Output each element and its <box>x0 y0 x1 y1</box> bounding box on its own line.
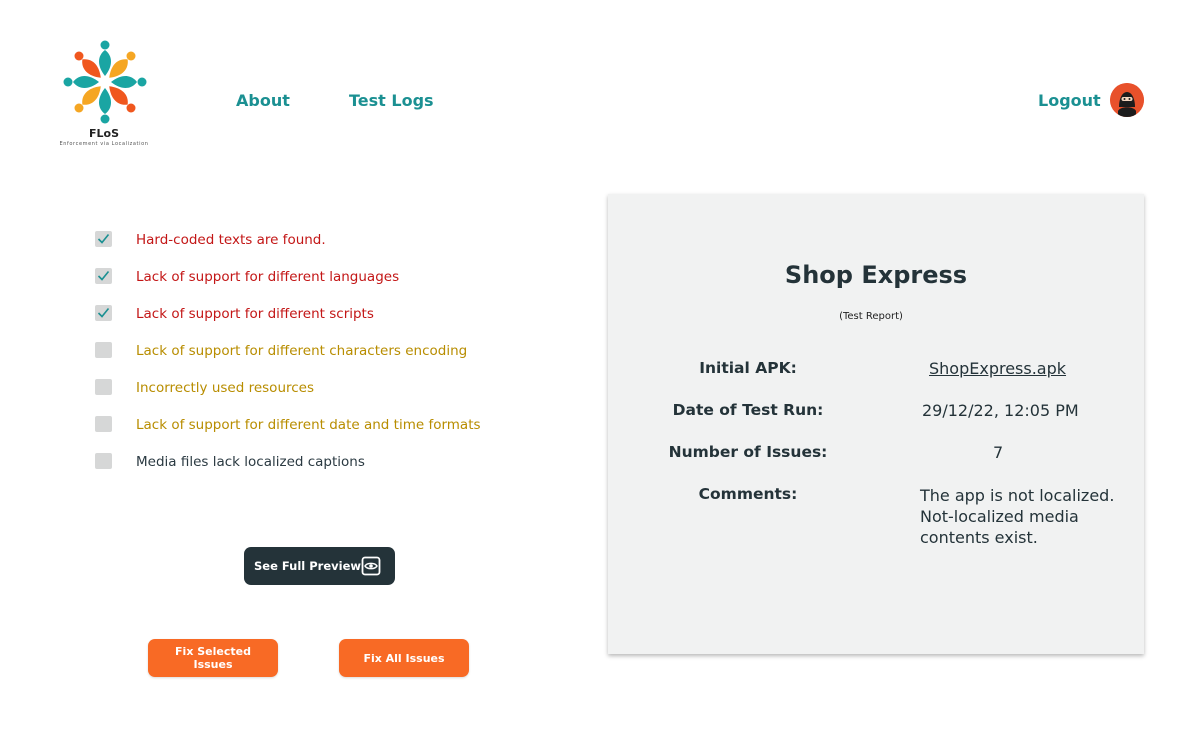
see-full-preview-label: See Full Preview <box>254 559 362 573</box>
date-label: Date of Test Run: <box>672 401 824 419</box>
user-avatar[interactable] <box>1110 83 1144 117</box>
checkmark-icon <box>97 233 110 244</box>
test-report-card: Shop Express (Test Report) Initial APK: … <box>608 194 1144 654</box>
issue-label: Lack of support for different scripts <box>136 306 374 322</box>
issue-checkbox[interactable] <box>95 342 112 358</box>
issue-label: Media files lack localized captions <box>136 454 365 470</box>
issue-checkbox[interactable] <box>95 305 112 321</box>
fix-all-issues-button[interactable]: Fix All Issues <box>339 639 469 677</box>
logo-tagline: Enforcement via Localization <box>59 141 149 147</box>
issue-label: Lack of support for different characters… <box>136 343 468 359</box>
checkmark-icon <box>97 307 110 318</box>
issue-label: Hard-coded texts are found. <box>136 232 326 248</box>
issue-checkbox[interactable] <box>95 379 112 395</box>
issue-label: Lack of support for different languages <box>136 269 400 285</box>
logo-name: FLoS <box>88 127 119 140</box>
flos-logo[interactable]: FLoS Enforcement via Localization <box>44 38 166 150</box>
issue-checkbox[interactable] <box>95 231 112 247</box>
issue-label: Lack of support for different date and t… <box>136 417 481 433</box>
issue-checkbox[interactable] <box>95 268 112 284</box>
issue-checkbox[interactable] <box>95 453 112 469</box>
eye-icon <box>361 556 381 579</box>
report-title: Shop Express <box>784 261 968 289</box>
issues-count-label: Number of Issues: <box>668 443 828 461</box>
issue-checkbox[interactable] <box>95 416 112 432</box>
ninja-avatar-icon <box>1110 83 1144 117</box>
fix-selected-issues-button[interactable]: Fix Selected Issues <box>148 639 278 677</box>
nav-test-logs-link[interactable]: Test Logs <box>349 91 434 110</box>
issue-label: Incorrectly used resources <box>136 380 315 396</box>
flos-logo-icon <box>63 40 147 124</box>
report-subtitle: (Test Report) <box>839 311 903 322</box>
logout-link[interactable]: Logout <box>1038 91 1101 110</box>
comments-value: The app is not localized. Not-localized … <box>920 486 1115 547</box>
date-value: 29/12/22, 12:05 PM <box>922 401 1079 420</box>
apk-file-link[interactable]: ShopExpress.apk <box>929 359 1066 378</box>
nav-about-link[interactable]: About <box>236 91 290 110</box>
see-full-preview-button[interactable]: See Full Preview <box>244 547 395 585</box>
checkmark-icon <box>97 270 110 281</box>
issues-count-value: 7 <box>993 443 1004 462</box>
initial-apk-label: Initial APK: <box>699 359 797 377</box>
comments-label: Comments: <box>698 485 798 503</box>
